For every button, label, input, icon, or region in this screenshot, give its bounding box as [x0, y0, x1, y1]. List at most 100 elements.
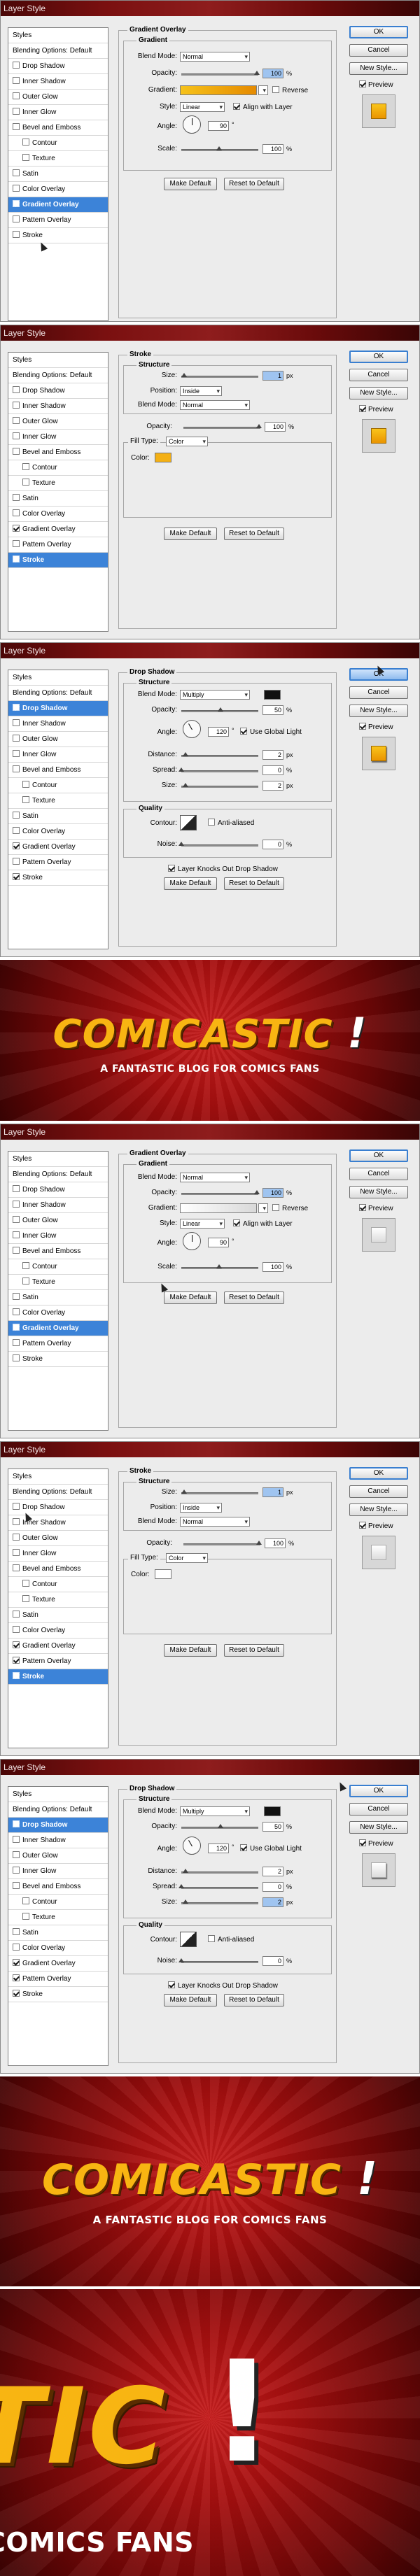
new-style-button[interactable]: New Style... — [349, 1186, 408, 1198]
checkbox[interactable] — [240, 1844, 247, 1851]
checkbox[interactable] — [13, 812, 20, 819]
checkbox[interactable] — [13, 1657, 20, 1664]
preview-toggle[interactable]: Preview — [359, 80, 393, 89]
checkbox[interactable] — [13, 873, 20, 880]
checkbox[interactable] — [22, 1262, 29, 1269]
make-default-button[interactable]: Make Default — [164, 1644, 217, 1657]
checkbox[interactable] — [233, 1219, 240, 1226]
style-item-satin[interactable]: Satin — [8, 491, 108, 507]
style-item-inner-glow[interactable]: Inner Glow — [8, 1229, 108, 1244]
checkbox[interactable] — [22, 1580, 29, 1587]
style-item-texture[interactable]: Texture — [8, 1910, 108, 1925]
slider-thumb[interactable] — [183, 752, 188, 756]
style-item-drop-shadow[interactable]: Drop Shadow — [8, 59, 108, 74]
slider-thumb[interactable] — [216, 1264, 222, 1268]
style-item-pattern-overlay[interactable]: Pattern Overlay — [8, 1336, 108, 1352]
checkbox[interactable] — [359, 80, 366, 87]
angle-dial[interactable] — [183, 115, 201, 134]
size-input[interactable]: 1 — [262, 371, 284, 381]
checkbox[interactable] — [13, 1928, 20, 1935]
style-item-contour[interactable]: Contour — [8, 136, 108, 151]
preview-toggle[interactable]: Preview — [359, 723, 393, 731]
slider-thumb[interactable] — [178, 767, 184, 772]
stroke-color-swatch[interactable] — [155, 1569, 172, 1579]
style-item-pattern-overlay[interactable]: Pattern Overlay — [8, 213, 108, 228]
gradient-dropdown[interactable] — [258, 85, 268, 95]
style-item-drop-shadow[interactable]: Drop Shadow — [8, 1818, 108, 1833]
checkbox[interactable] — [13, 1503, 20, 1510]
checkbox[interactable] — [13, 704, 20, 711]
spread-slider[interactable] — [178, 1884, 258, 1889]
spread-input[interactable]: 0 — [262, 765, 284, 775]
checkbox[interactable] — [13, 123, 20, 130]
align-option[interactable]: Align with Layer — [233, 1219, 293, 1228]
style-select[interactable]: Linear — [180, 1219, 225, 1229]
slider-thumb[interactable] — [181, 1489, 187, 1494]
knocks-out-option[interactable]: Layer Knocks Out Drop Shadow — [168, 865, 278, 873]
new-style-button[interactable]: New Style... — [349, 705, 408, 717]
style-item-bevel[interactable]: Bevel and Emboss — [8, 763, 108, 778]
style-item-satin[interactable]: Satin — [8, 1608, 108, 1623]
shadow-color-swatch[interactable] — [264, 1806, 281, 1816]
checkbox[interactable] — [13, 1534, 20, 1541]
blending-options[interactable]: Blending Options: Default — [8, 368, 108, 383]
checkbox[interactable] — [22, 1897, 29, 1904]
checkbox[interactable] — [13, 765, 20, 772]
styles-header[interactable]: Styles — [8, 28, 108, 43]
checkbox[interactable] — [168, 865, 175, 872]
checkbox[interactable] — [13, 509, 20, 516]
style-item-gradient-overlay[interactable]: Gradient Overlay — [8, 1639, 108, 1654]
style-item-inner-glow[interactable]: Inner Glow — [8, 747, 108, 763]
align-option[interactable]: Align with Layer — [233, 103, 293, 111]
checkbox[interactable] — [240, 728, 247, 735]
style-item-stroke[interactable]: Stroke — [8, 228, 108, 243]
noise-slider[interactable] — [178, 842, 258, 847]
noise-input[interactable]: 0 — [262, 840, 284, 849]
scale-slider[interactable] — [181, 1264, 258, 1269]
angle-dial[interactable] — [183, 720, 201, 738]
opacity-slider[interactable] — [181, 707, 258, 712]
style-item-bevel[interactable]: Bevel and Emboss — [8, 120, 108, 136]
checkbox[interactable] — [13, 1185, 20, 1192]
scale-slider[interactable] — [181, 146, 258, 151]
checkbox[interactable] — [13, 1231, 20, 1238]
angle-dial[interactable] — [183, 1232, 201, 1250]
ok-button[interactable]: OK — [349, 351, 408, 363]
distance-slider[interactable] — [181, 1869, 258, 1874]
style-item-inner-shadow[interactable]: Inner Shadow — [8, 1833, 108, 1848]
blend-mode-select[interactable]: Normal — [180, 400, 250, 410]
checkbox[interactable] — [13, 494, 20, 501]
checkbox[interactable] — [13, 1564, 20, 1571]
checkbox[interactable] — [13, 1836, 20, 1843]
make-default-button[interactable]: Make Default — [164, 1291, 217, 1304]
make-default-button[interactable]: Make Default — [164, 877, 217, 890]
slider-thumb[interactable] — [218, 1824, 223, 1828]
style-item-texture[interactable]: Texture — [8, 476, 108, 491]
style-item-texture[interactable]: Texture — [8, 793, 108, 809]
style-item-texture[interactable]: Texture — [8, 151, 108, 167]
style-item-inner-shadow[interactable]: Inner Shadow — [8, 399, 108, 414]
size-input[interactable]: 2 — [262, 1897, 284, 1907]
checkbox[interactable] — [13, 1882, 20, 1889]
blending-options[interactable]: Blending Options: Default — [8, 686, 108, 701]
slider-thumb[interactable] — [178, 1884, 184, 1888]
checkbox[interactable] — [13, 417, 20, 424]
checkbox[interactable] — [272, 86, 279, 93]
style-item-contour[interactable]: Contour — [8, 1577, 108, 1592]
contour-picker[interactable] — [180, 1932, 197, 1947]
make-default-button[interactable]: Make Default — [164, 178, 217, 190]
checkbox[interactable] — [13, 1944, 20, 1951]
checkbox[interactable] — [13, 215, 20, 222]
checkbox[interactable] — [13, 231, 20, 238]
global-light-option[interactable]: Use Global Light — [240, 1844, 302, 1853]
checkbox[interactable] — [359, 1522, 366, 1529]
style-item-stroke[interactable]: Stroke — [8, 870, 108, 886]
style-item-bevel[interactable]: Bevel and Emboss — [8, 1879, 108, 1895]
checkbox[interactable] — [13, 169, 20, 176]
gradient-picker[interactable] — [180, 85, 257, 95]
style-item-inner-glow[interactable]: Inner Glow — [8, 105, 108, 120]
slider-thumb[interactable] — [183, 1899, 188, 1904]
checkbox[interactable] — [13, 1820, 20, 1827]
style-item-inner-shadow[interactable]: Inner Shadow — [8, 1198, 108, 1213]
opacity-slider[interactable] — [183, 1541, 262, 1545]
